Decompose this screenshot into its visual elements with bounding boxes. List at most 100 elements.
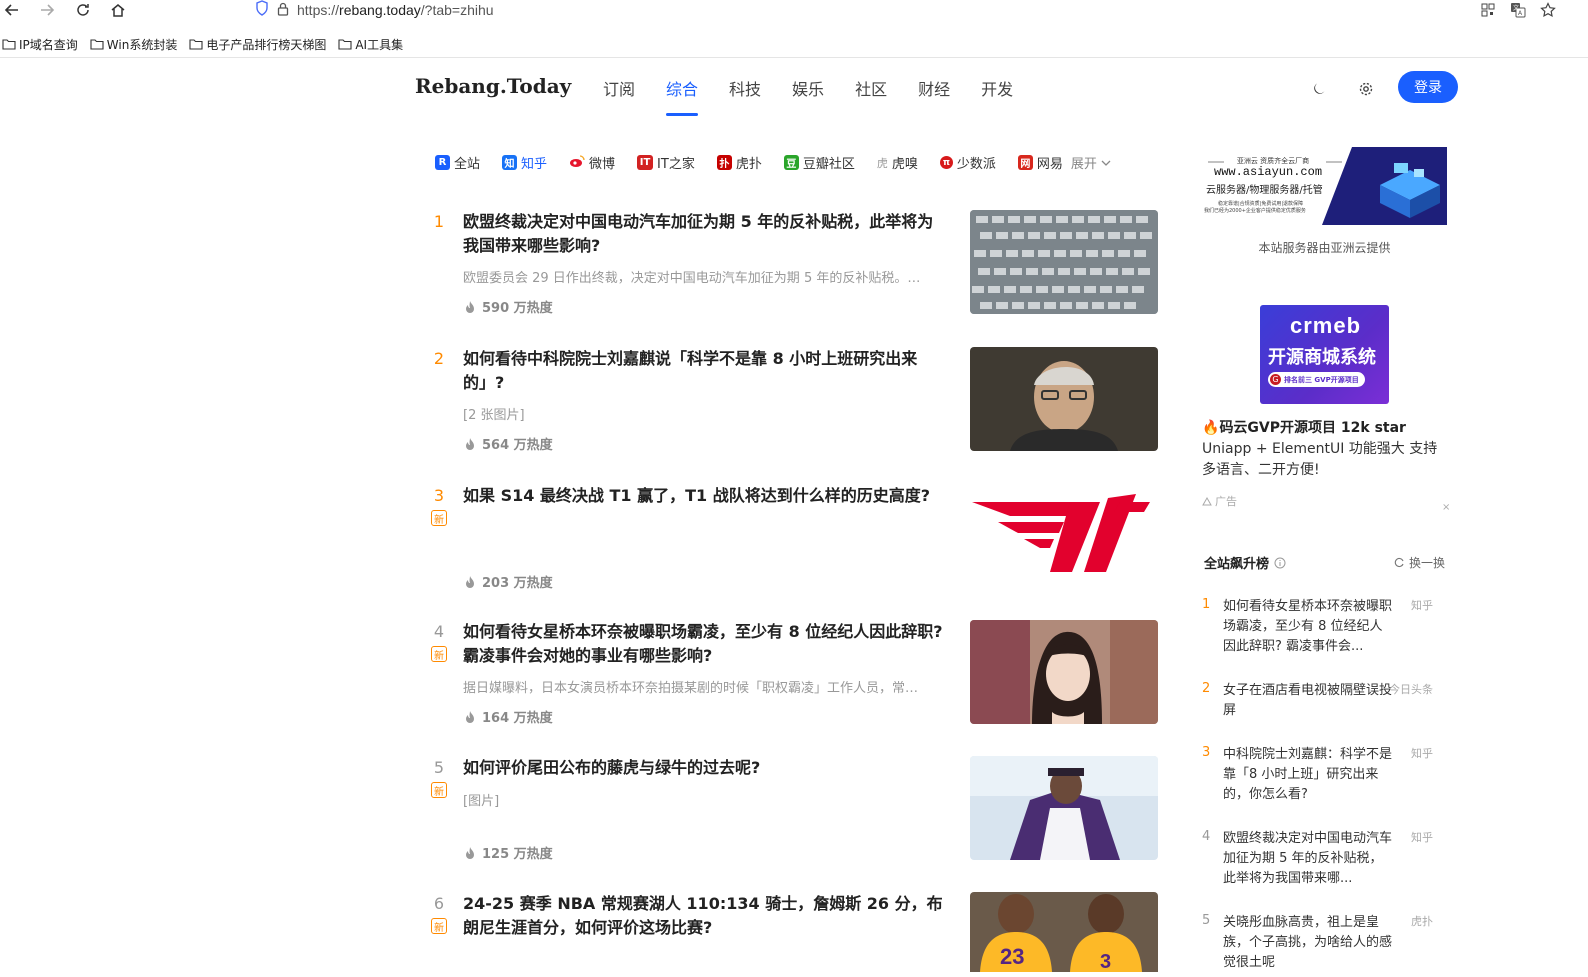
login-button[interactable]: 登录 — [1398, 71, 1458, 103]
item-thumbnail[interactable]: 23 3 — [970, 892, 1158, 972]
rank-number: 6 — [433, 894, 445, 913]
folder-icon — [338, 39, 352, 50]
rising-title[interactable]: 女子在酒店看电视被隔壁误投屏 — [1223, 681, 1393, 721]
source-tab-all[interactable]: R 全站 — [435, 153, 480, 172]
item-title[interactable]: 24-25 赛季 NBA 常规赛湖人 110:134 骑士，詹姆斯 26 分，布… — [463, 892, 948, 940]
bookmark-label: IP域名查询 — [19, 37, 78, 52]
ad-triangle-icon — [1202, 496, 1212, 505]
source-tab-netease[interactable]: 网 网易 — [1017, 153, 1063, 172]
hot-list-item[interactable]: 3 新 如果 S14 最终决战 T1 赢了，T1 战队将达到什么样的历史高度? … — [430, 484, 1160, 591]
hot-list-item[interactable]: 4 新 如何看待女星桥本环奈被曝职场霸凌，至少有 8 位经纪人因此辞职?霸凌事件… — [430, 620, 1160, 726]
nav-tab-finance[interactable]: 财经 — [918, 76, 950, 116]
item-description: 欧盟委员会 29 日作出终裁，决定对中国电动汽车加征为期 5 年的反补贴税。… — [463, 271, 921, 286]
source-tab-huxiu[interactable]: 虎 虎嗅 — [876, 153, 918, 173]
folder-icon — [2, 39, 16, 50]
qr-code-icon[interactable] — [1478, 0, 1498, 20]
hot-list-item[interactable]: 6 新 24-25 赛季 NBA 常规赛湖人 110:134 骑士，詹姆斯 26… — [430, 892, 1160, 972]
flame-icon — [466, 300, 474, 313]
url-text[interactable]: https://rebang.today/?tab=zhihu — [297, 2, 494, 18]
hot-list-item[interactable]: 2 如何看待中科院院士刘嘉麒说「科学不是靠 8 小时上班研究出来的」? [2 张… — [430, 347, 1160, 453]
item-thumbnail-t1-logo[interactable] — [970, 484, 1158, 588]
source-tab-sspai[interactable]: π 少数派 — [939, 153, 996, 172]
item-description: 据日媒曝料，日本女演员桥本环奈拍摄某剧的时候「职权霸凌」工作人员，常… — [463, 681, 919, 696]
flame-icon — [466, 710, 474, 723]
bookmark-folder[interactable]: AI工具集 — [338, 34, 403, 54]
nav-tab-general[interactable]: 综合 — [666, 76, 699, 116]
item-heat: 164 万热度 — [463, 707, 553, 726]
huxiu-icon: 虎 — [876, 156, 888, 170]
asiayun-ad-banner[interactable]: 亚洲云 资质齐全云厂商 www.asiayun.com 云服务器/物理服务器/托… — [1202, 147, 1447, 225]
new-badge: 新 — [431, 782, 447, 798]
item-thumbnail[interactable] — [970, 210, 1158, 314]
url-path: /?tab=zhihu — [420, 2, 494, 18]
hot-list-item[interactable]: 1 欧盟终裁决定对中国电动汽车加征为期 5 年的反补贴税，此举将为我国带来哪些影… — [430, 210, 1160, 316]
item-title[interactable]: 如果 S14 最终决战 T1 赢了，T1 战队将达到什么样的历史高度? — [463, 484, 948, 508]
ad-small-line-1: 稳定靠谱|合规资质|免费试用|退款保障 — [1218, 201, 1304, 207]
ad-pill-label: 排名前三 GVP开源项目 — [1284, 375, 1359, 384]
bookmark-label: 电子产品排行榜天梯图 — [206, 37, 327, 52]
home-icon[interactable] — [108, 0, 128, 20]
nav-tab-dev[interactable]: 开发 — [981, 76, 1013, 116]
flame-icon — [466, 846, 474, 859]
site-logo[interactable]: Rebang.Today — [415, 74, 571, 98]
rising-source: 知乎 — [1411, 831, 1433, 844]
reload-icon[interactable] — [73, 0, 93, 20]
crmeb-logo: crmeb — [1290, 313, 1362, 338]
back-icon[interactable] — [2, 0, 22, 20]
ad-text-rest: Uniapp + ElementUI 功能强大 支持多语言、二开方便! — [1202, 441, 1438, 478]
ad-description[interactable]: 🔥码云GVP开源项目 12k star Uniapp + ElementUI 功… — [1202, 418, 1450, 481]
shield-icon[interactable] — [255, 0, 269, 20]
source-tab-ithome[interactable]: IT IT之家 — [637, 153, 695, 172]
refresh-button[interactable]: 换一换 — [1394, 554, 1445, 571]
flame-icon — [466, 437, 474, 450]
item-thumbnail[interactable] — [970, 347, 1158, 451]
translate-icon[interactable]: 文A — [1508, 0, 1528, 20]
ad-close-button[interactable]: × — [1442, 502, 1450, 513]
heat-value: 564 万热度 — [482, 438, 553, 453]
source-tab-zhihu[interactable]: 知 知乎 — [502, 153, 547, 172]
expand-sources-button[interactable]: 展开 — [1071, 153, 1111, 172]
item-title[interactable]: 如何评价尾田公布的藤虎与绿牛的过去呢? — [463, 756, 948, 780]
item-description: [2 张图片] — [463, 408, 525, 423]
settings-gear-icon[interactable] — [1357, 80, 1375, 98]
address-bar[interactable]: https://rebang.today/?tab=zhihu — [255, 0, 494, 20]
bookmark-star-icon[interactable] — [1538, 0, 1558, 20]
source-tab-weibo[interactable]: 微博 — [569, 153, 615, 172]
source-tab-hupu[interactable]: 扑 虎扑 — [716, 153, 762, 172]
item-thumbnail[interactable] — [970, 756, 1158, 860]
hot-list-item[interactable]: 5 新 如何评价尾田公布的藤虎与绿牛的过去呢? [图片] 125 万热度 — [430, 756, 1160, 862]
rising-source: 虎扑 — [1411, 915, 1433, 928]
nav-tab-entertainment[interactable]: 娱乐 — [792, 76, 824, 116]
rising-source: 今日头条 — [1389, 683, 1433, 696]
item-title[interactable]: 如何看待中科院院士刘嘉麒说「科学不是靠 8 小时上班研究出来的」? — [463, 347, 948, 395]
rising-title[interactable]: 欧盟终裁决定对中国电动汽车加征为期 5 年的反补贴税，此举将为我国带来哪... — [1223, 829, 1393, 889]
item-title[interactable]: 欧盟终裁决定对中国电动汽车加征为期 5 年的反补贴税，此举将为我国带来哪些影响? — [463, 210, 948, 258]
weibo-icon — [569, 154, 585, 172]
rising-title[interactable]: 关晓彤血脉高贵，祖上是皇族，个子高挑，为啥给人的感觉很土呢 — [1223, 913, 1393, 973]
ad-tag-label: 广告 — [1215, 495, 1237, 508]
item-title[interactable]: 如何看待女星桥本环奈被曝职场霸凌，至少有 8 位经纪人因此辞职?霸凌事件会对她的… — [463, 620, 948, 668]
nav-tab-tech[interactable]: 科技 — [729, 76, 761, 116]
info-icon[interactable] — [1274, 557, 1286, 569]
heat-value: 203 万热度 — [482, 576, 553, 591]
rising-title[interactable]: 如何看待女星桥本环奈被曝职场霸凌，至少有 8 位经纪人因此辞职? 霸凌事件会..… — [1223, 597, 1393, 657]
source-tab-douban[interactable]: 豆 豆瓣社区 — [783, 153, 855, 172]
crmeb-ad-banner[interactable]: crmeb 开源商城系统 G 排名前三 GVP开源项目 — [1260, 305, 1389, 404]
bookmark-folder[interactable]: Win系统封装 — [90, 34, 177, 54]
ad-services: 云服务器/物理服务器/托管 — [1206, 185, 1323, 196]
item-thumbnail[interactable] — [970, 620, 1158, 724]
rising-list-item[interactable]: 5 关晓彤血脉高贵，祖上是皇族，个子高挑，为啥给人的感觉很土呢 虎扑 — [1202, 913, 1452, 973]
toolbar-divider — [0, 57, 1588, 58]
rising-title[interactable]: 中科院院士刘嘉麒：科学不是靠「8 小时上班」研究出来的，你怎么看? — [1223, 745, 1393, 805]
rising-rank: 1 — [1202, 597, 1211, 612]
rising-source: 知乎 — [1411, 599, 1433, 612]
folder-icon — [90, 39, 104, 50]
nav-tab-community[interactable]: 社区 — [855, 76, 887, 116]
nav-tab-subscribe[interactable]: 订阅 — [603, 76, 635, 116]
bookmark-folder[interactable]: 电子产品排行榜天梯图 — [189, 34, 326, 54]
lock-icon[interactable] — [277, 1, 289, 20]
folder-icon — [189, 39, 203, 50]
forward-icon[interactable] — [37, 0, 57, 20]
bookmark-folder[interactable]: IP域名查询 — [2, 34, 78, 54]
dark-mode-moon-icon[interactable] — [1310, 80, 1328, 98]
